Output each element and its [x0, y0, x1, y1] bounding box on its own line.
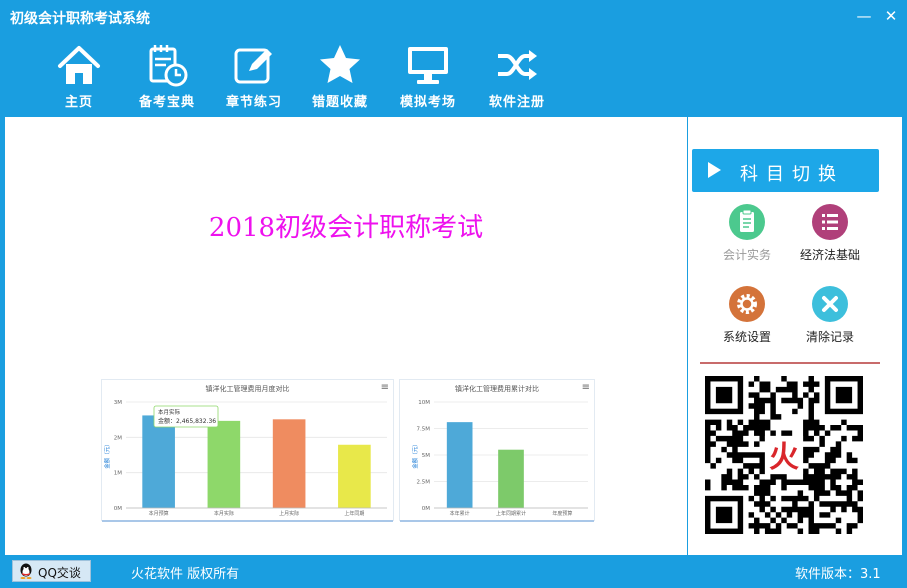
subject-switch-label: 科目切换 [740, 164, 844, 185]
y-tick-label: 1M [114, 471, 122, 477]
bar [142, 415, 175, 508]
bar [272, 419, 306, 508]
cumulative-expense-chart: 镇洋化工管理费用累计对比 ≡ 0M 2.5M 5M 7.5M 10M 金额（元） 本年累计上… [399, 379, 595, 522]
gear-icon [729, 286, 765, 322]
app-window: 初级会计职称考试系统 — ✕ 主页 备考宝典 章节练习 错题收藏 模拟考场 软件… [0, 0, 907, 588]
x-tick-label: 上月实际 [279, 510, 299, 517]
y-tick-label: 10M [418, 400, 430, 406]
toolbar-favorites-button[interactable]: 错题收藏 [300, 42, 380, 114]
toolbar-mock-exam-label: 模拟考场 [399, 95, 456, 110]
chart-scroll-bar [400, 520, 594, 522]
monthly-expense-plot: 0M1M2M3M金额（元）本月预算 本月实际 上月实际 上年同期本月实际金额：2,46… [103, 400, 387, 517]
x-tick-label: 上年同期累计 [496, 510, 526, 517]
status-bar: QQ交谈 火花软件 版权所有 软件版本：3.1 [0, 556, 907, 588]
toolbar-handbook-label: 备考宝典 [138, 95, 195, 110]
y-tick-label: 0M [422, 506, 430, 512]
qq-chat-label: QQ交谈 [38, 566, 81, 580]
window-title: 初级会计职称考试系统 [10, 11, 150, 27]
version-text: 软件版本：3.1 [795, 567, 881, 582]
subject-switch-button[interactable]: 科目切换 [692, 149, 879, 192]
shuffle-icon [498, 50, 537, 80]
toolbar-favorites-label: 错题收藏 [311, 95, 368, 110]
side-panel: 科目切换 会计实务 经济法基础 系统设置 清除记录 火 [688, 117, 902, 555]
page-title: 2018初级会计职称考试 [208, 213, 484, 243]
star-icon [320, 45, 360, 83]
qq-penguin-icon [20, 563, 32, 579]
edit-icon [234, 48, 272, 84]
chart-scroll-bar [102, 520, 393, 522]
qr-finder-core [715, 506, 733, 524]
bar [446, 422, 473, 508]
y-tick-label: 7.5M [417, 427, 431, 433]
minimize-button[interactable]: — [853, 6, 875, 26]
monitor-icon [408, 47, 448, 84]
qr-finder-core [715, 386, 733, 404]
qr-logo-text: 火 [769, 440, 799, 475]
qr-finder-core [835, 386, 853, 404]
x-tick-label: 上年同期 [344, 510, 364, 517]
qq-chat-button[interactable]: QQ交谈 [12, 560, 91, 582]
toolbar-register-button[interactable]: 软件注册 [477, 42, 557, 114]
bar [498, 449, 524, 508]
toolbar-mock-exam-button[interactable]: 模拟考场 [388, 42, 468, 114]
x-tick-label: 本年累计 [450, 510, 470, 517]
x-tick-label: 本月预算 [149, 510, 169, 517]
notebook-clock-icon [149, 45, 188, 87]
toolbar-chapter-practice-label: 章节练习 [225, 95, 282, 110]
y-tick-label: 2.5M [417, 480, 431, 486]
x-tick-label: 本月实际 [214, 510, 234, 517]
y-tick-label: 2M [114, 435, 122, 441]
monthly-expense-chart: 镇洋化工管理费用月度对比 ≡ 0M 1M 2M 3M 金额（元） 本月预算 本月实际 上月实际… [101, 379, 394, 522]
subject-label: 会计实务 [722, 248, 771, 262]
bar [338, 444, 371, 508]
toolbar-chapter-practice-button[interactable]: 章节练习 [214, 42, 294, 114]
y-tick-label: 0M [114, 506, 122, 512]
subject-accounting-practice[interactable]: 会计实务 [707, 204, 787, 263]
subject-label: 经济法基础 [799, 248, 860, 262]
tooltip-title: 本月实际 [158, 408, 181, 416]
main-toolbar: 主页 备考宝典 章节练习 错题收藏 模拟考场 软件注册 [0, 36, 907, 116]
bar [207, 420, 241, 508]
subject-economic-law[interactable]: 经济法基础 [790, 204, 870, 263]
toolbar-register-label: 软件注册 [488, 95, 545, 110]
toolbar-home-button[interactable]: 主页 [39, 42, 119, 114]
y-axis-label: 金额（元） [411, 441, 419, 469]
x-tick-label: 年度预算 [552, 510, 572, 517]
y-tick-label: 3M [114, 400, 122, 406]
qr-code: 火 [705, 376, 863, 534]
y-axis-label: 金额（元） [103, 441, 111, 469]
divider [700, 362, 880, 364]
home-icon [58, 46, 100, 84]
cumulative-expense-plot: 0M 2.5M 5M 7.5M 10M 金额（元） 本年累计 上年同期累计 年度预算 [411, 400, 588, 517]
toolbar-home-label: 主页 [64, 95, 93, 110]
close-button[interactable]: ✕ [880, 6, 902, 26]
chart-tooltip: 本月实际金额：2,465,832.36 [153, 405, 219, 428]
clear-records-label: 清除记录 [805, 330, 854, 344]
system-settings-button[interactable]: 系统设置 [707, 286, 787, 345]
clear-records-button[interactable]: 清除记录 [790, 286, 870, 345]
tooltip-value: 金额：2,465,832.36 [158, 417, 216, 425]
close-icon [812, 286, 848, 322]
settings-label: 系统设置 [722, 330, 771, 344]
toolbar-handbook-button[interactable]: 备考宝典 [127, 42, 207, 114]
main-panel: 2018初级会计职称考试 镇洋化工管理费用月度对比 ≡ 0M 1M 2M 3M 金额（元… [5, 117, 687, 555]
play-icon [708, 162, 721, 178]
copyright-text: 火花软件 版权所有 [131, 567, 240, 582]
y-tick-label: 5M [422, 453, 430, 459]
list-icon [812, 204, 848, 240]
title-bar: 初级会计职称考试系统 — ✕ [0, 0, 907, 34]
clipboard-icon [729, 204, 765, 240]
